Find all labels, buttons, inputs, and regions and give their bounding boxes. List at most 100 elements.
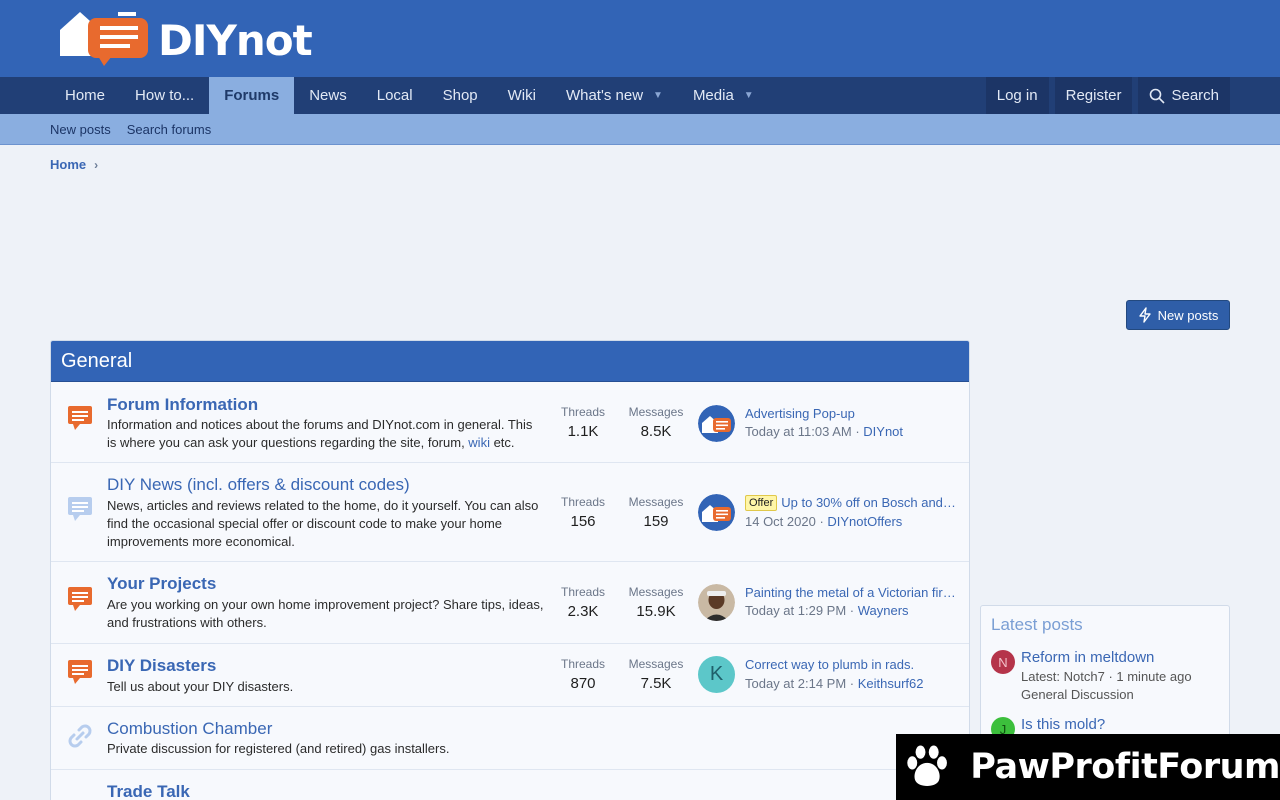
forum-title[interactable]: Your Projects xyxy=(107,574,216,594)
avatar[interactable] xyxy=(698,405,735,442)
subnav-search-forums[interactable]: Search forums xyxy=(127,122,212,137)
desc-text: etc. xyxy=(489,435,515,450)
last-post-user[interactable]: Wayners xyxy=(858,603,909,618)
nav-label: Home xyxy=(65,87,106,104)
stat-value: 156 xyxy=(570,513,596,530)
forum-title[interactable]: DIY Disasters xyxy=(107,656,216,676)
new-posts-label: New posts xyxy=(1157,307,1219,323)
last-post-time[interactable]: Today at 2:14 PM xyxy=(745,676,846,691)
stat-label: Threads xyxy=(560,495,606,509)
link-icon[interactable] xyxy=(65,721,95,751)
breadcrumb-home[interactable]: Home xyxy=(50,157,86,172)
last-post-title[interactable]: Up to 30% off on Bosch and… xyxy=(781,495,956,510)
last-post-user[interactable]: Keithsurf62 xyxy=(858,676,924,691)
nav-forums[interactable]: Forums xyxy=(209,77,295,114)
forum-category-general: General Forum Information Information an… xyxy=(50,340,970,800)
last-post-title[interactable]: Painting the metal of a Victorian fir… xyxy=(745,585,957,600)
stat-value: 2.3K xyxy=(567,603,599,620)
avatar[interactable]: K xyxy=(698,656,735,693)
messages-stat: Messages 159 xyxy=(621,495,691,530)
logo-text: DIYnot xyxy=(158,15,313,65)
threads-stat: Threads 1.1K xyxy=(548,405,618,440)
last-post-user[interactable]: DIYnotOffers xyxy=(827,514,902,529)
last-post-user[interactable]: DIYnot xyxy=(863,424,903,439)
stat-label: Messages xyxy=(628,405,684,419)
forum-row-trade-talk: Trade Talk xyxy=(51,770,969,800)
avatar[interactable] xyxy=(698,494,735,531)
login-button[interactable]: Log in xyxy=(985,77,1049,114)
threads-stat: Threads 870 xyxy=(548,657,618,692)
last-post-title-wrap: Offer Up to 30% off on Bosch and… xyxy=(745,495,957,511)
stat-value: 7.5K xyxy=(640,675,672,692)
stat-label: Threads xyxy=(560,405,606,419)
forum-title[interactable]: DIY News (incl. offers & discount codes) xyxy=(107,475,410,495)
messages-stat: Messages 8.5K xyxy=(621,405,691,440)
latest-post-forum[interactable]: General Discussion xyxy=(1021,686,1134,704)
register-button[interactable]: Register xyxy=(1054,77,1133,114)
threads-stat: Threads 2.3K xyxy=(548,585,618,620)
stat-label: Messages xyxy=(628,657,684,671)
breadcrumb: Home › xyxy=(50,157,98,172)
nav-shop[interactable]: Shop xyxy=(428,77,493,114)
nav-media[interactable]: Media ▼ xyxy=(678,77,769,114)
stat-value: 1.1K xyxy=(567,423,599,440)
forum-title[interactable]: Combustion Chamber xyxy=(107,719,272,739)
nav-label: Shop xyxy=(442,87,478,104)
messages-stat: Messages 7.5K xyxy=(621,657,691,692)
last-post-meta: Today at 2:14 PM · Keithsurf62 xyxy=(745,676,924,691)
last-post-time[interactable]: Today at 1:29 PM xyxy=(745,603,846,618)
avatar[interactable] xyxy=(698,584,735,621)
search-label: Search xyxy=(1171,87,1219,104)
offer-badge: Offer xyxy=(745,495,778,511)
widget-title[interactable]: Latest posts xyxy=(981,606,1229,644)
last-post-time[interactable]: 14 Oct 2020 xyxy=(745,514,816,529)
subnav-new-posts[interactable]: New posts xyxy=(50,122,111,137)
forum-description: Private discussion for registered (and r… xyxy=(107,741,450,756)
last-post-title[interactable]: Advertising Pop-up xyxy=(745,406,957,421)
forum-title[interactable]: Forum Information xyxy=(107,395,258,415)
nav-label: Local xyxy=(376,87,413,104)
latest-post-title[interactable]: Reform in meltdown xyxy=(1021,649,1154,666)
forum-row-your-projects: Your Projects Are you working on your ow… xyxy=(51,562,969,644)
last-post-meta: 14 Oct 2020 · DIYnotOffers xyxy=(745,514,903,529)
category-title[interactable]: General xyxy=(51,341,969,382)
forum-unread-icon[interactable] xyxy=(65,657,95,687)
messages-stat: Messages 15.9K xyxy=(621,585,691,620)
nav-news[interactable]: News xyxy=(294,77,362,114)
nav-label: Media xyxy=(692,87,734,104)
threads-stat: Threads 156 xyxy=(548,495,618,530)
sub-nav: New posts Search forums xyxy=(0,114,1280,145)
chevron-down-icon[interactable]: ▼ xyxy=(744,90,754,101)
nav-local[interactable]: Local xyxy=(362,77,428,114)
stat-value: 159 xyxy=(643,513,669,530)
forum-unread-icon[interactable] xyxy=(65,584,95,614)
wiki-link[interactable]: wiki xyxy=(468,435,490,450)
nav-whats-new[interactable]: What's new ▼ xyxy=(551,77,678,114)
last-post-time[interactable]: Today at 11:03 AM xyxy=(745,424,852,439)
last-post-title[interactable]: Correct way to plumb in rads. xyxy=(745,657,957,672)
new-posts-button[interactable]: New posts xyxy=(1126,300,1230,330)
site-logo[interactable]: DIYnot xyxy=(58,8,313,68)
nav-wiki[interactable]: Wiki xyxy=(493,77,551,114)
nav-home[interactable]: Home xyxy=(50,77,120,114)
latest-post-meta: Latest: Notch7 · 1 minute ago xyxy=(1021,669,1192,684)
avatar[interactable]: N xyxy=(991,650,1015,674)
forum-read-icon[interactable] xyxy=(65,494,95,524)
search-button[interactable]: Search xyxy=(1138,77,1230,114)
last-post-meta: Today at 1:29 PM · Wayners xyxy=(745,603,909,618)
latest-post-title[interactable]: Is this mold? xyxy=(1021,716,1105,733)
forum-unread-icon[interactable] xyxy=(65,403,95,433)
search-icon xyxy=(1150,88,1166,104)
forum-row-diy-disasters: DIY Disasters Tell us about your DIY dis… xyxy=(51,644,969,707)
forum-title[interactable]: Trade Talk xyxy=(107,782,190,800)
stat-value: 870 xyxy=(570,675,596,692)
stat-label: Messages xyxy=(628,495,684,509)
nav-label: What's new xyxy=(565,87,644,104)
nav-how-to[interactable]: How to... xyxy=(120,77,209,114)
last-post-meta: Today at 11:03 AM · DIYnot xyxy=(745,424,904,439)
chevron-right-icon: › xyxy=(94,157,99,172)
chevron-down-icon[interactable]: ▼ xyxy=(653,90,663,101)
nav-label: Wiki xyxy=(507,87,536,104)
nav-label: Forums xyxy=(224,87,280,104)
stat-label: Messages xyxy=(628,585,684,599)
